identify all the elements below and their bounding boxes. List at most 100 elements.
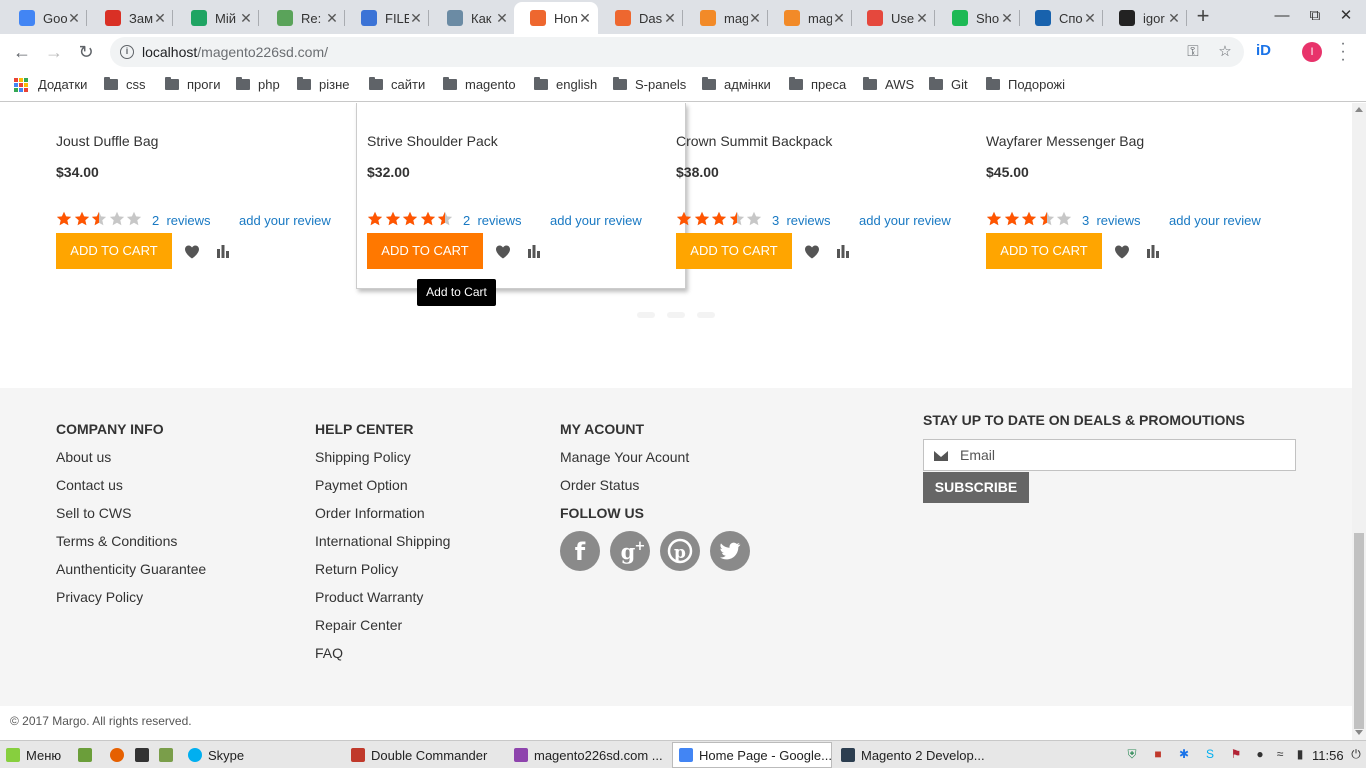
browser-tab[interactable]: mag ✕ [768,2,852,34]
reload-icon[interactable]: ↻ [74,40,98,64]
close-tab-icon[interactable]: ✕ [153,10,167,27]
browser-tab[interactable]: Sho ✕ [936,2,1020,34]
bookmark-folder[interactable]: Подорожі [986,77,1065,92]
scroll-up-icon[interactable] [1355,107,1363,112]
bookmark-folder[interactable]: різне [297,77,350,92]
compare-icon[interactable] [527,244,541,258]
pinterest-icon[interactable]: p [660,531,700,571]
back-icon[interactable]: ← [10,40,34,64]
browser-tab[interactable]: Спо ✕ [1019,2,1103,34]
footer-link[interactable]: Contact us [56,477,123,493]
footer-link[interactable]: Manage Your Acount [560,449,689,465]
wishlist-heart-icon[interactable] [804,244,820,260]
app-tray-icon[interactable]: ■ [1150,746,1166,762]
close-tab-icon[interactable]: ✕ [1083,10,1097,27]
wishlist-heart-icon[interactable] [1114,244,1130,260]
wifi-icon[interactable]: ≈ [1272,746,1288,762]
twitter-icon[interactable] [710,531,750,571]
browser-tab[interactable]: Use ✕ [851,2,935,34]
close-tab-icon[interactable]: ✕ [325,10,339,27]
taskbar-window[interactable]: Magento 2 Develop... [835,742,985,768]
bookmark-star-icon[interactable]: ☆ [1216,43,1234,61]
carousel-dot[interactable] [637,312,655,318]
bookmark-folder[interactable]: AWS [863,77,914,92]
browser-tab[interactable]: mag ✕ [684,2,768,34]
battery-icon[interactable]: ▮ [1292,746,1308,762]
add-to-cart-button[interactable]: ADD TO CART [56,233,172,269]
product-name[interactable]: Strive Shoulder Pack [367,133,498,149]
compare-icon[interactable] [836,244,850,258]
newsletter-email-field[interactable]: Email [923,439,1296,471]
key-icon[interactable]: ⚿ [1184,43,1202,61]
footer-link[interactable]: Paymet Option [315,477,408,493]
scroll-down-icon[interactable] [1355,730,1363,735]
product-item[interactable]: Strive Shoulder Pack $32.00 2 reviews add y… [356,103,686,289]
bookmark-folder[interactable]: S-panels [613,77,686,92]
product-item[interactable]: Crown Summit Backpack $38.00 3 reviews add … [666,103,996,289]
close-window-icon[interactable]: ✕ [1336,6,1356,26]
bookmark-folder[interactable]: magento [443,77,516,92]
add-to-cart-button[interactable]: ADD TO CART [367,233,483,269]
footer-link[interactable]: Order Information [315,505,425,521]
footer-link[interactable]: Return Policy [315,561,398,577]
site-info-icon[interactable]: i [120,45,134,59]
footer-link[interactable]: FAQ [315,645,343,661]
reviews-link[interactable]: 3 reviews [772,213,831,228]
forward-icon[interactable]: → [42,40,66,64]
scrollbar-thumb[interactable] [1354,533,1364,729]
bluetooth-icon[interactable]: ✱ [1176,746,1192,762]
restore-icon[interactable]: ⧉ [1305,6,1325,26]
address-bar[interactable]: i localhost/magento226sd.com/ ⚿ ☆ [110,37,1244,67]
skype-launcher[interactable]: Skype [188,743,244,767]
compare-icon[interactable] [1146,244,1160,258]
start-menu-button[interactable]: Меню [6,743,61,767]
carousel-dot[interactable] [697,312,715,318]
subscribe-button[interactable]: SUBSCRIBE [923,472,1029,503]
minimize-icon[interactable]: — [1272,6,1292,26]
add-review-link[interactable]: add your review [859,213,951,228]
reviews-link[interactable]: 2 reviews [463,213,522,228]
taskbar-window[interactable]: Home Page - Google... [672,742,832,768]
files-icon[interactable] [159,743,179,767]
new-tab-button[interactable]: + [1192,4,1214,28]
footer-link[interactable]: Sell to CWS [56,505,131,521]
close-tab-icon[interactable]: ✕ [1167,10,1181,27]
taskbar-window[interactable]: magento226sd.com ... [508,742,668,768]
browser-tab[interactable]: FILE ✕ [345,2,429,34]
firefox-icon[interactable] [110,743,130,767]
add-review-link[interactable]: add your review [550,213,642,228]
close-tab-icon[interactable]: ✕ [748,10,762,27]
terminal-icon[interactable] [135,743,155,767]
bookmark-folder[interactable]: проги [165,77,221,92]
browser-tab[interactable]: Re: ✕ [261,2,345,34]
bookmark-folder[interactable]: php [236,77,280,92]
footer-link[interactable]: Order Status [560,477,639,493]
close-tab-icon[interactable]: ✕ [67,10,81,27]
facebook-icon[interactable]: f [560,531,600,571]
url-text[interactable]: localhost/magento226sd.com/ [142,44,328,60]
wishlist-heart-icon[interactable] [184,244,200,260]
browser-tab[interactable]: Hon ✕ [514,2,598,34]
footer-link[interactable]: Terms & Conditions [56,533,177,549]
skype-tray-icon[interactable]: S [1202,746,1218,762]
footer-link[interactable]: Aunthenticity Guarantee [56,561,206,577]
browser-menu-icon[interactable]: · · · [1338,36,1348,68]
carousel-dot[interactable] [667,312,685,318]
footer-link[interactable]: About us [56,449,111,465]
product-name[interactable]: Wayfarer Messenger Bag [986,133,1144,149]
browser-tab[interactable]: Goo ✕ [3,2,87,34]
add-to-cart-button[interactable]: ADD TO CART [986,233,1102,269]
show-desktop-icon[interactable] [78,743,98,767]
product-name[interactable]: Joust Duffle Bag [56,133,158,149]
close-tab-icon[interactable]: ✕ [1000,10,1014,27]
browser-tab[interactable]: Как ✕ [431,2,515,34]
bookmark-folder[interactable]: преса [789,77,846,92]
close-tab-icon[interactable]: ✕ [832,10,846,27]
close-tab-icon[interactable]: ✕ [915,10,929,27]
close-tab-icon[interactable]: ✕ [409,10,423,27]
close-tab-icon[interactable]: ✕ [239,10,253,27]
page-scrollbar[interactable] [1352,103,1366,740]
add-to-cart-button[interactable]: ADD TO CART [676,233,792,269]
taskbar-window[interactable]: Double Commander [345,742,505,768]
user-icon[interactable]: ● [1252,746,1268,762]
